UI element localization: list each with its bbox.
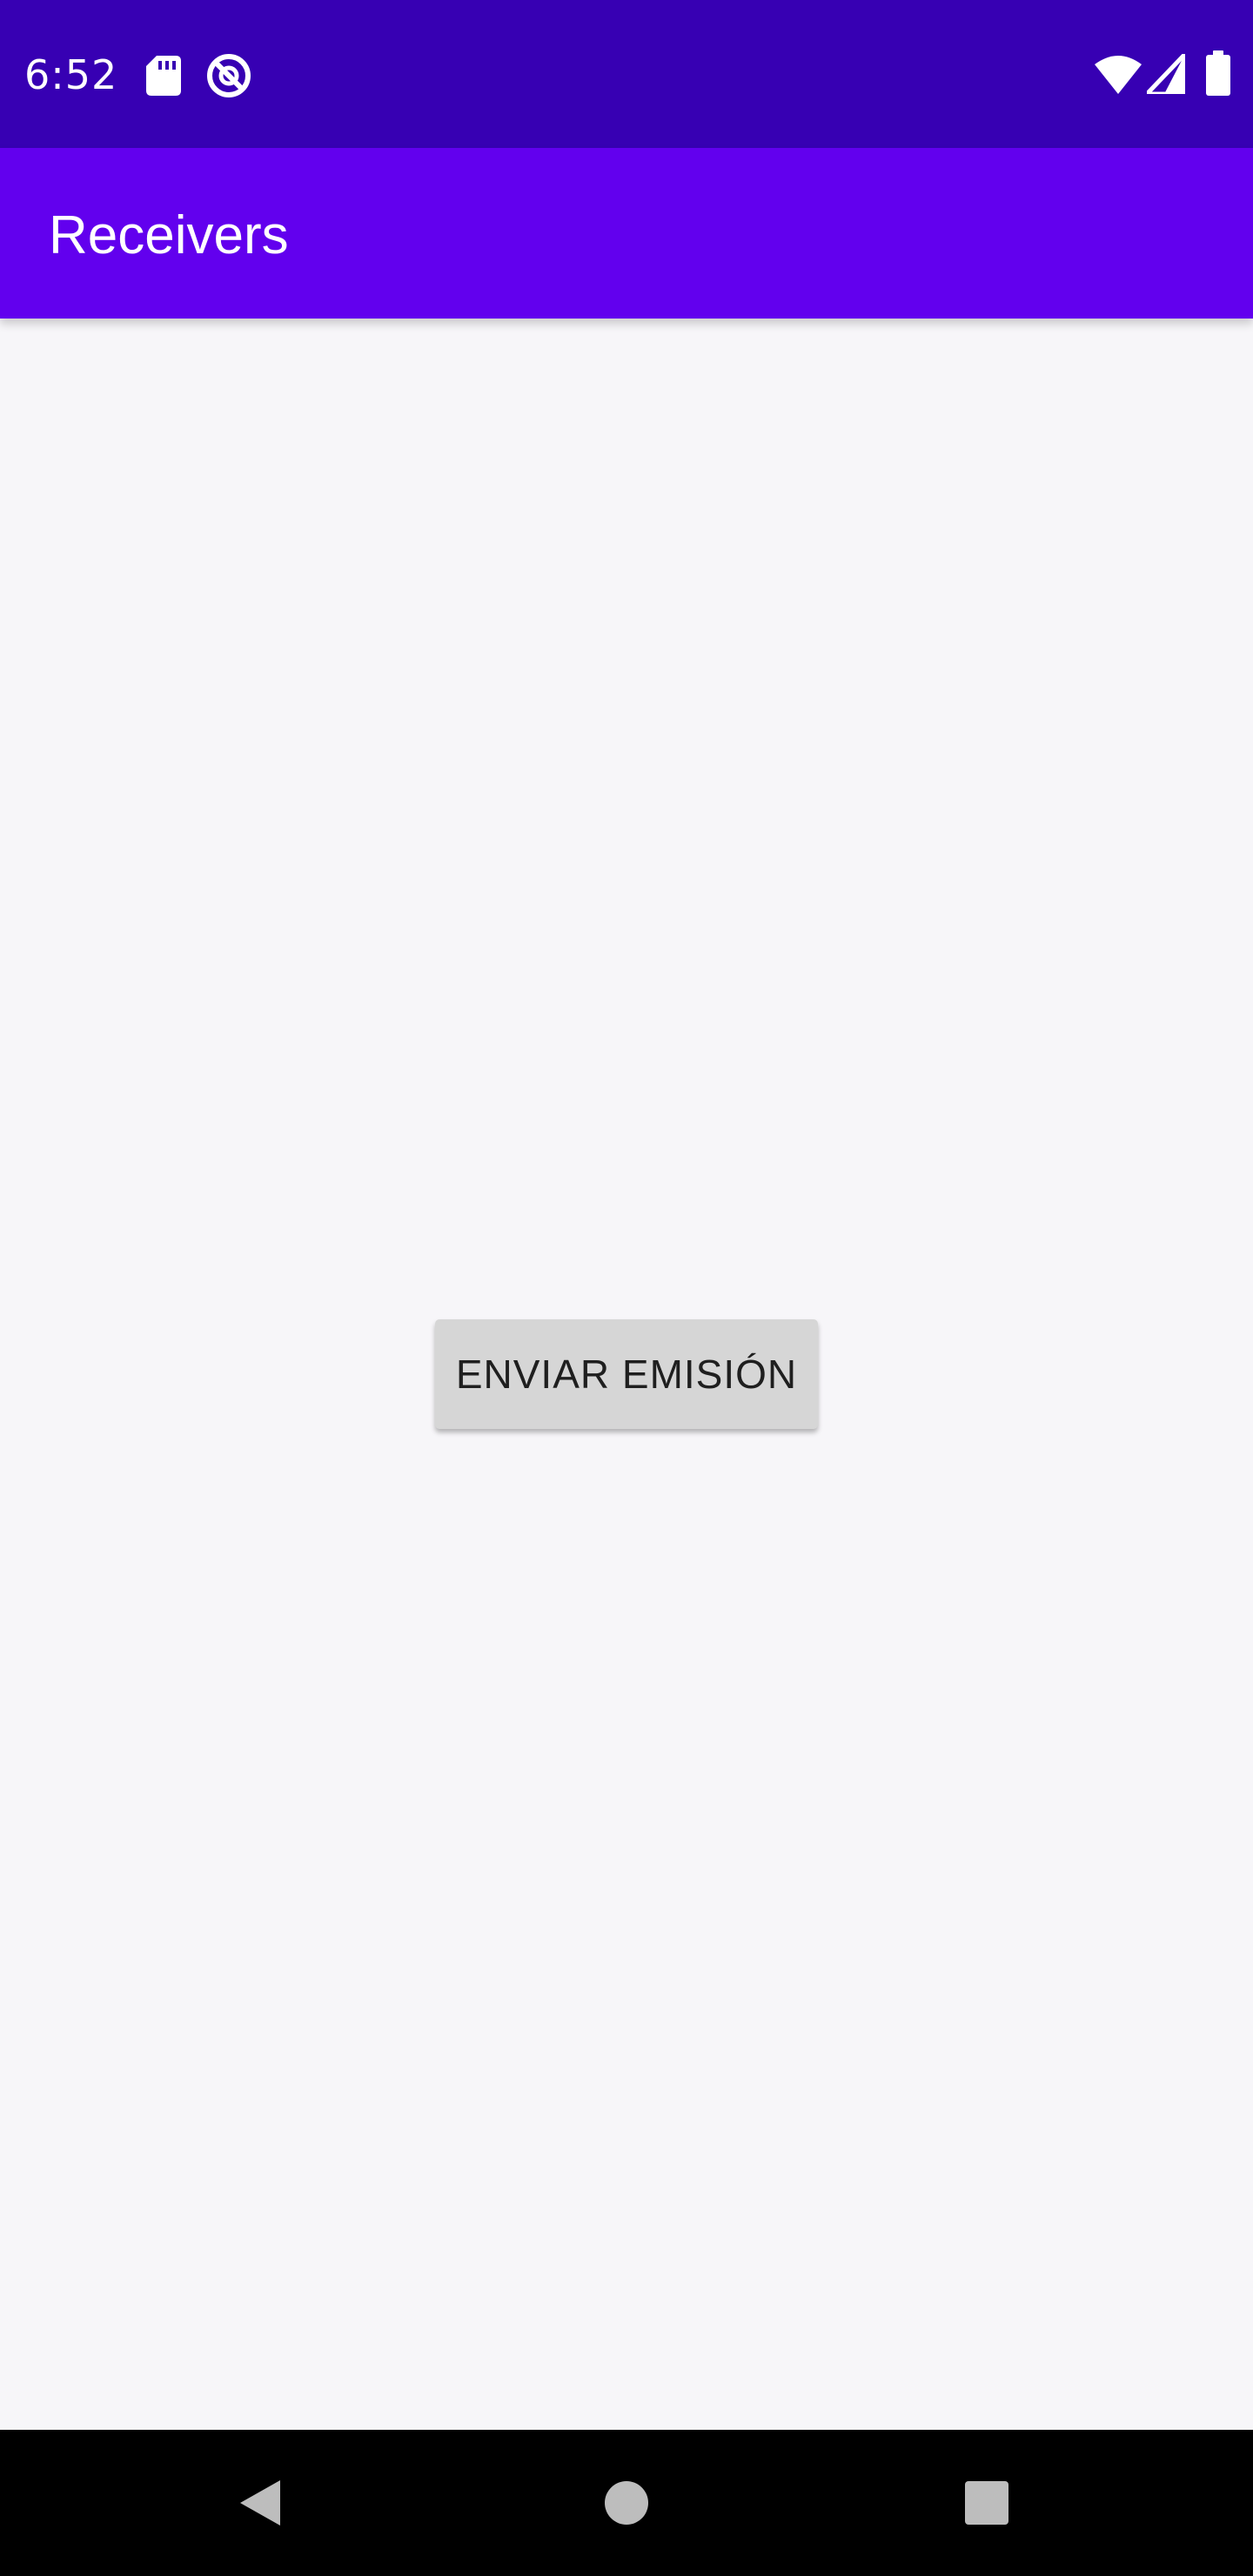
wifi-icon bbox=[1095, 56, 1142, 94]
nav-recents-button[interactable] bbox=[943, 2459, 1030, 2546]
main-content: ENVIAR EMISIÓN bbox=[0, 319, 1253, 2430]
app-bar: Receivers bbox=[0, 148, 1253, 319]
battery-icon bbox=[1206, 50, 1230, 96]
app-title: Receivers bbox=[49, 205, 289, 265]
nav-back-button[interactable] bbox=[218, 2459, 305, 2546]
nav-home-button[interactable] bbox=[583, 2459, 670, 2546]
do-not-disturb-icon bbox=[207, 54, 251, 97]
status-bar: 6:52 bbox=[0, 0, 1253, 148]
sd-card-icon bbox=[146, 56, 181, 96]
send-broadcast-button[interactable]: ENVIAR EMISIÓN bbox=[435, 1319, 818, 1429]
cell-signal-icon bbox=[1147, 54, 1185, 94]
home-icon bbox=[605, 2481, 648, 2525]
recents-icon bbox=[965, 2481, 1008, 2525]
back-icon bbox=[240, 2480, 280, 2526]
navigation-bar bbox=[0, 2430, 1253, 2576]
screen: 6:52 Receivers ENVIAR EMISIÓN bbox=[0, 0, 1253, 2576]
status-time: 6:52 bbox=[24, 51, 118, 98]
